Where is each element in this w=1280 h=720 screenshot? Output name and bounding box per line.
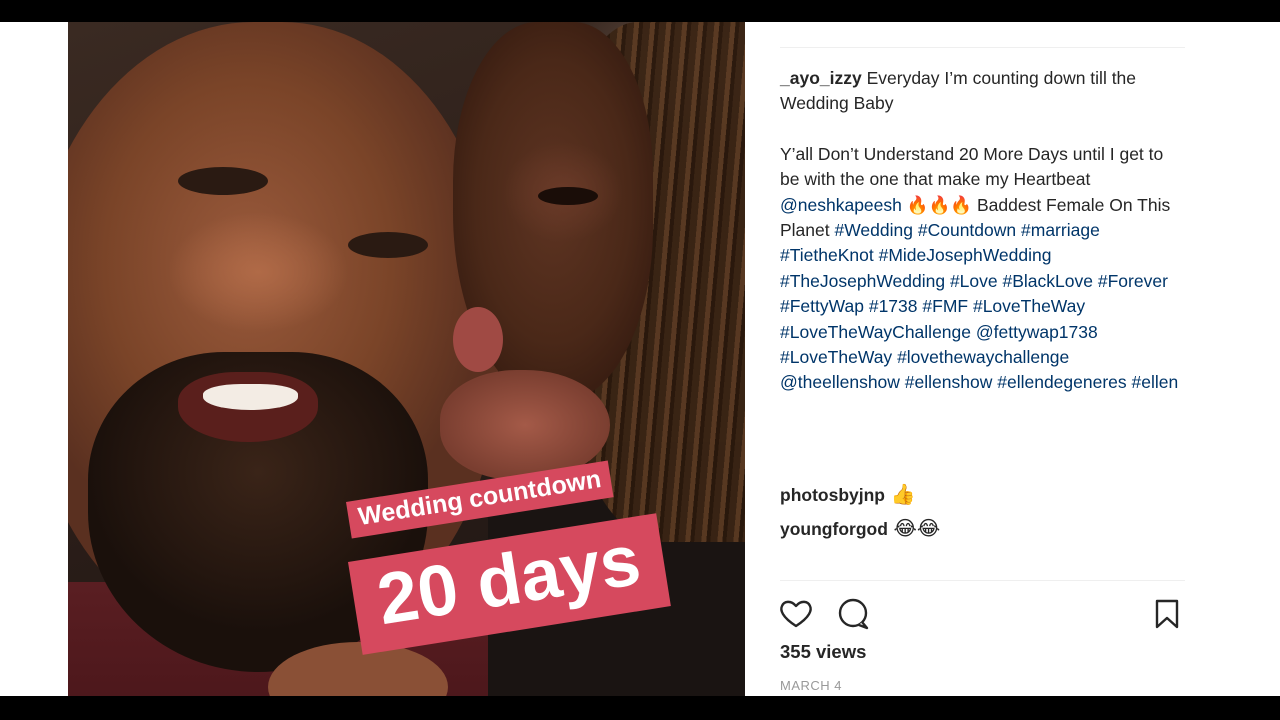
photo-man-teeth bbox=[203, 384, 298, 410]
comment-username[interactable]: youngforgod bbox=[780, 519, 888, 539]
photo-man-eye bbox=[178, 167, 268, 195]
comment-text: 👍 bbox=[884, 484, 916, 506]
comment-text: 😂😂 bbox=[887, 518, 941, 540]
caption-text: Y’all Don’t Understand 20 More Days unti… bbox=[780, 143, 1164, 190]
hashtag-link[interactable]: #FMF bbox=[922, 296, 968, 316]
post-date[interactable]: MARCH 4 bbox=[780, 678, 842, 693]
comments-list: photosbyjnp 👍 youngforgod 😂😂 bbox=[780, 478, 1185, 546]
caption-first-paragraph: _ayo_izzy Everyday I’m counting down til… bbox=[780, 66, 1185, 117]
hashtag-link[interactable]: #FettyWap bbox=[780, 296, 864, 316]
hashtag-link[interactable]: #MideJosephWedding bbox=[879, 245, 1052, 265]
caption-second-paragraph: Y’all Don’t Understand 20 More Days unti… bbox=[780, 142, 1185, 193]
post-photo[interactable]: Wedding countdown 20 days bbox=[68, 22, 745, 696]
post-actions-bar bbox=[780, 596, 1185, 632]
hashtag-link[interactable]: #marriage bbox=[1021, 220, 1100, 240]
comment-icon[interactable] bbox=[835, 596, 871, 632]
hashtag-link[interactable]: #BlackLove bbox=[1003, 271, 1093, 291]
hashtag-link[interactable]: #Forever bbox=[1098, 271, 1168, 291]
comment-username[interactable]: photosbyjnp bbox=[780, 485, 885, 505]
post-caption: _ayo_izzy Everyday I’m counting down til… bbox=[780, 66, 1185, 396]
photo-woman-eye bbox=[538, 187, 598, 205]
hashtag-link[interactable]: #Love bbox=[950, 271, 998, 291]
hashtag-link[interactable]: #Countdown bbox=[918, 220, 1016, 240]
top-divider bbox=[780, 47, 1185, 48]
hashtag-link[interactable]: #TietheKnot bbox=[780, 245, 874, 265]
comment-item: youngforgod 😂😂 bbox=[780, 512, 1185, 546]
hashtag-link[interactable]: #LoveTheWay bbox=[780, 347, 892, 367]
fire-emojis: 🔥🔥🔥 bbox=[901, 194, 977, 215]
hashtag-link[interactable]: #Wedding bbox=[834, 220, 913, 240]
hashtag-link[interactable]: #lovethewaychallenge bbox=[897, 347, 1069, 367]
photo-woman-lips bbox=[453, 307, 503, 372]
photo-man-eye bbox=[348, 232, 428, 258]
hashtag-link[interactable]: #ellen bbox=[1132, 372, 1179, 392]
mention-link[interactable]: @fettywap1738 bbox=[976, 322, 1098, 342]
hashtag-group: #Wedding #Countdown #marriage #TietheKno… bbox=[780, 220, 1168, 342]
caption-third-paragraph: @neshkapeesh 🔥🔥🔥 Baddest Female On This … bbox=[780, 193, 1185, 396]
hashtag-link[interactable]: #ellenshow bbox=[905, 372, 993, 392]
hashtag-link[interactable]: #ellendegeneres bbox=[997, 372, 1126, 392]
post-details-panel: _ayo_izzy Everyday I’m counting down til… bbox=[780, 22, 1185, 696]
instagram-post-view: Wedding countdown 20 days _ayo_izzy Ever… bbox=[0, 22, 1280, 696]
mention-link[interactable]: @theellenshow bbox=[780, 372, 900, 392]
post-author-username[interactable]: _ayo_izzy bbox=[780, 68, 862, 88]
actions-divider bbox=[780, 580, 1185, 581]
hashtag-link[interactable]: #LoveTheWay bbox=[973, 296, 1085, 316]
hashtag-group: #LoveTheWay #lovethewaychallenge bbox=[780, 347, 1069, 367]
hashtag-group: #ellenshow #ellendegeneres #ellen bbox=[905, 372, 1178, 392]
bookmark-icon[interactable] bbox=[1149, 596, 1185, 632]
hashtag-link[interactable]: #TheJosephWedding bbox=[780, 271, 945, 291]
comment-item: photosbyjnp 👍 bbox=[780, 478, 1185, 512]
mention-link[interactable]: @neshkapeesh bbox=[780, 195, 902, 215]
heart-icon[interactable] bbox=[778, 596, 814, 632]
views-count[interactable]: 355 views bbox=[780, 641, 866, 663]
hashtag-link[interactable]: #1738 bbox=[869, 296, 918, 316]
hashtag-link[interactable]: #LoveTheWayChallenge bbox=[780, 322, 971, 342]
